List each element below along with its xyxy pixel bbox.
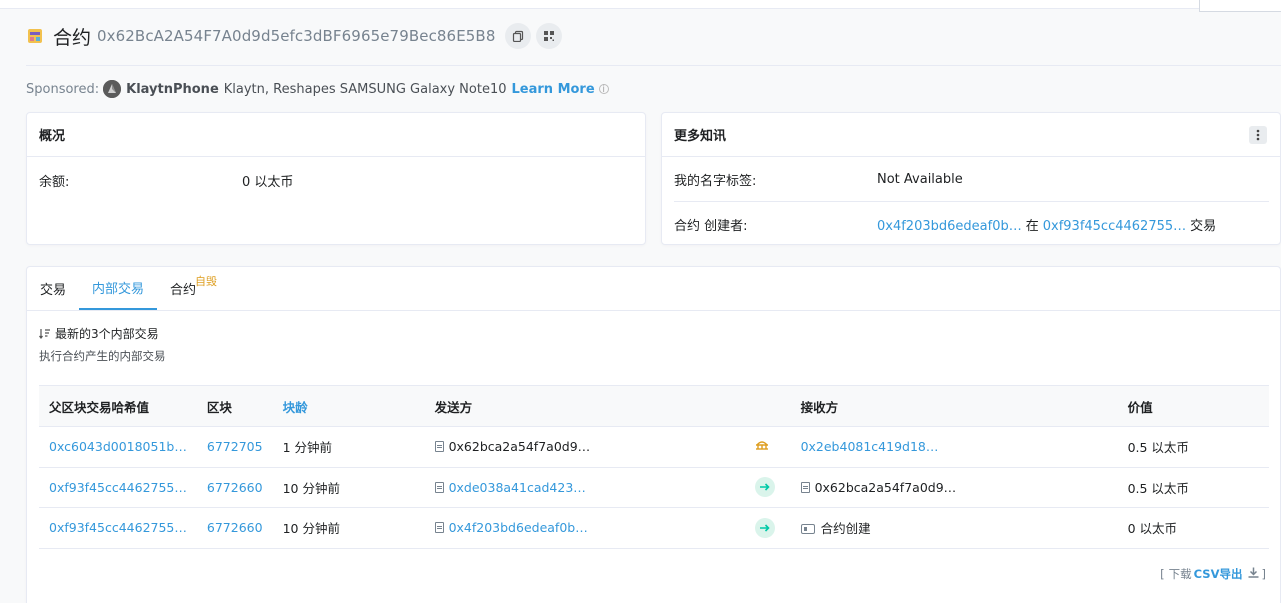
- internal-tx-table: 父区块交易哈希值 区块 块龄 发送方 接收方 价值 0xc6043d001805…: [39, 385, 1269, 549]
- dropdown-corner[interactable]: [1199, 0, 1281, 12]
- latest-count: 最新的3个内部交易: [39, 325, 159, 342]
- from-address: 0x62bca2a54f7a0d9…: [448, 439, 591, 455]
- table-row: 0xf93f45cc4462755… 6772660 10 分钟前 0x4f20…: [39, 507, 1269, 549]
- close-bracket: ]: [1261, 567, 1267, 581]
- arrow-right-icon: [754, 477, 775, 498]
- qr-code-button[interactable]: [536, 23, 563, 49]
- name-tag-value: Not Available: [877, 172, 963, 187]
- block-link[interactable]: 6772705: [207, 439, 263, 454]
- age-value: 10 分钟前: [272, 507, 425, 549]
- creator-label: 合约 创建者:: [674, 218, 748, 234]
- more-info-header: 更多知讯: [662, 113, 1280, 157]
- bridge-icon: [755, 439, 769, 455]
- col-age[interactable]: 块龄: [272, 385, 425, 427]
- arrow-right-icon: [754, 517, 775, 538]
- sponsored-prefix: Sponsored:: [26, 81, 100, 97]
- sort-desc-icon: [39, 329, 50, 339]
- block-link[interactable]: 6772660: [207, 480, 263, 495]
- page-title: 合约: [53, 26, 92, 49]
- top-bar: [0, 0, 1281, 9]
- tab-internal-transactions[interactable]: 内部交易: [79, 266, 158, 310]
- sponsor-description[interactable]: Klaytn, Reshapes SAMSUNG Galaxy Note10: [224, 82, 507, 97]
- block-link[interactable]: 6772660: [207, 520, 263, 535]
- more-info-card: 更多知讯 我的名字标签: Not Available 合约 创建者: 0x4f2…: [661, 112, 1281, 245]
- name-tag-row: 我的名字标签: Not Available: [674, 158, 1269, 202]
- klaytn-logo-icon: [103, 80, 122, 98]
- to-address-link[interactable]: 0x2eb4081c419d18…: [801, 439, 939, 454]
- transactions-card: 交易 内部交易 合约 自毁 最新的3个内部交易 执行合约产生的内部交易 父区块交…: [26, 266, 1281, 603]
- page-title-row: 合约 0x62BcA2A54F7A0d9d5efc3dBF6965e79Bec8…: [26, 21, 567, 51]
- col-to: 接收方: [790, 385, 1118, 427]
- age-value: 10 分钟前: [272, 467, 425, 508]
- contract-token-icon: [26, 27, 44, 45]
- csv-download: [ 下载 CSV导出 ]: [1160, 566, 1266, 582]
- tab-contract-label: 合约: [170, 282, 197, 298]
- col-value: 价值: [1117, 385, 1269, 427]
- overview-card: 概况 余额: 0 以太币: [26, 112, 646, 245]
- kebab-menu-icon: [1256, 129, 1260, 140]
- value-text: 0.5 以太币: [1117, 467, 1269, 508]
- col-block: 区块: [196, 385, 273, 427]
- from-address-link[interactable]: 0xde038a41cad423…: [449, 480, 586, 495]
- internal-subtitle: 执行合约产生的内部交易: [39, 349, 166, 363]
- copy-address-button[interactable]: [505, 23, 532, 49]
- divider: [26, 65, 1281, 66]
- contract-address: 0x62BcA2A54F7A0d9d5efc3dBF6965e79Bec86E5…: [97, 27, 496, 45]
- self-destruct-badge: 自毁: [195, 275, 218, 288]
- more-options-button[interactable]: [1249, 125, 1267, 144]
- contract-creation-text: 合约创建: [820, 521, 871, 537]
- name-tag-label: 我的名字标签:: [674, 174, 757, 189]
- latest-count-text: 最新的3个内部交易: [55, 327, 159, 341]
- copy-icon: [513, 30, 524, 42]
- parent-hash-link[interactable]: 0xf93f45cc4462755…: [49, 520, 187, 535]
- csv-export-link[interactable]: CSV导出: [1194, 566, 1243, 582]
- qr-icon: [544, 31, 555, 41]
- balance-value: 0 以太币: [242, 175, 294, 190]
- col-parent-hash: 父区块交易哈希值: [39, 385, 197, 427]
- contract-doc-icon: [434, 522, 444, 534]
- table-row: 0xc6043d0018051b… 6772705 1 分钟前 0x62bca2…: [39, 426, 1269, 468]
- contract-doc-icon: [434, 481, 444, 493]
- creator-tx-link[interactable]: 0xf93f45cc4462755…: [1043, 219, 1186, 234]
- balance-label: 余额:: [39, 175, 70, 190]
- col-from: 发送方: [424, 385, 755, 427]
- tab-transactions[interactable]: 交易: [27, 266, 79, 310]
- table-header-row: 父区块交易哈希值 区块 块龄 发送方 接收方 价值: [39, 385, 1269, 427]
- contract-doc-icon: [800, 481, 810, 493]
- info-icon[interactable]: i: [598, 84, 609, 95]
- sponsored-banner: Sponsored: KlaytnPhone Klaytn, Reshapes …: [26, 79, 609, 99]
- from-address-link[interactable]: 0x4f203bd6edeaf0b…: [449, 520, 588, 535]
- age-value: 1 分钟前: [272, 426, 425, 468]
- to-address: 0x62bca2a54f7a0d9…: [814, 479, 957, 495]
- contract-creation-icon: [800, 524, 815, 535]
- download-label: 下载: [1168, 567, 1192, 581]
- tab-contract[interactable]: 合约 自毁: [157, 266, 217, 310]
- open-bracket: [: [1160, 567, 1165, 581]
- download-icon[interactable]: [1248, 567, 1259, 581]
- creator-value: 0x4f203bd6edeaf0b… 在 0xf93f45cc4462755… 交易: [877, 215, 1220, 234]
- sponsor-brand-link[interactable]: KlaytnPhone: [126, 82, 219, 97]
- creator-address-link[interactable]: 0x4f203bd6edeaf0b…: [877, 219, 1022, 234]
- more-info-title: 更多知讯: [674, 129, 727, 144]
- tx-suffix: 交易: [1190, 218, 1217, 234]
- overview-title: 概况: [27, 113, 645, 157]
- parent-hash-link[interactable]: 0xf93f45cc4462755…: [49, 480, 187, 495]
- table-row: 0xf93f45cc4462755… 6772660 10 分钟前 0xde03…: [39, 467, 1269, 508]
- contract-doc-icon: [434, 441, 444, 453]
- at-text: 在: [1025, 218, 1039, 234]
- col-direction: [754, 385, 791, 427]
- creator-row: 合约 创建者: 0x4f203bd6edeaf0b… 在 0xf93f45cc446…: [674, 202, 1269, 246]
- tab-bar: 交易 内部交易 合约 自毁: [27, 267, 1280, 311]
- learn-more-link[interactable]: Learn More: [512, 82, 595, 97]
- value-text: 0 以太币: [1117, 507, 1269, 549]
- value-text: 0.5 以太币: [1117, 426, 1269, 468]
- parent-hash-link[interactable]: 0xc6043d0018051b…: [49, 439, 187, 454]
